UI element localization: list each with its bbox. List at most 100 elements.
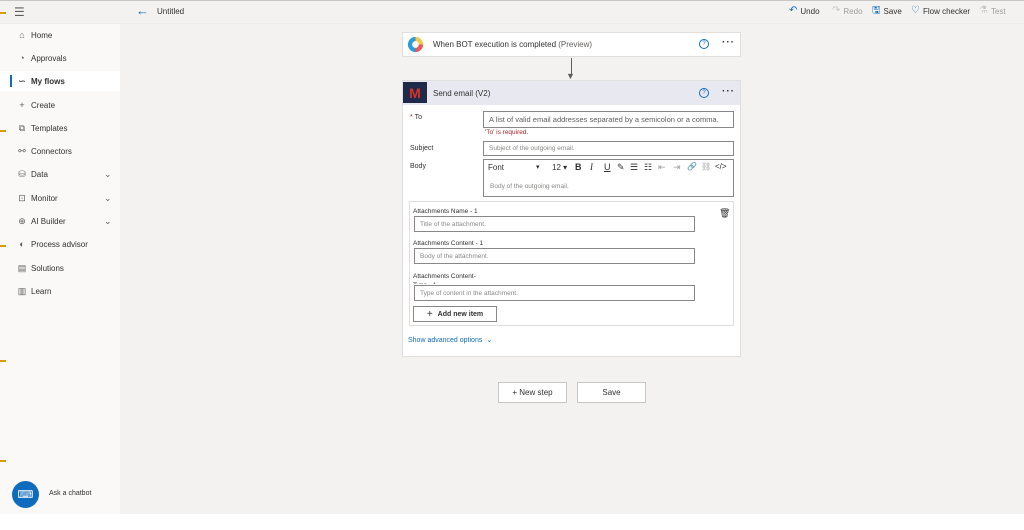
sidebar-item-icon: ▥ [17, 285, 27, 296]
indent-icon[interactable]: ⇥ [673, 162, 681, 173]
add-new-item-button[interactable]: + Add new item [413, 306, 497, 322]
trash-icon[interactable]: 🗑 [719, 208, 730, 219]
flow-title[interactable]: Untitled [157, 7, 184, 16]
top-command-bar [0, 0, 1024, 24]
numbered-list-icon[interactable]: ☷ [644, 162, 652, 173]
to-label-text: To [414, 114, 422, 121]
redo-button[interactable]: ↷ Redo [832, 6, 863, 16]
chevron-down-icon[interactable]: ⌄ [104, 193, 112, 204]
sidebar-item-learn[interactable]: ▥ Learn [0, 281, 120, 301]
action-more-icon[interactable]: ··· [722, 86, 735, 97]
sidebar-item-icon: ⊡ [18, 192, 26, 203]
trigger-help-icon[interactable]: ? [699, 39, 709, 49]
sidebar-item-icon: ⊕ [18, 215, 26, 226]
sidebar-item-label: Monitor [31, 193, 58, 203]
trigger-title-text: When BOT execution is completed [433, 40, 557, 49]
subject-input[interactable]: Subject of the outgoing email. [483, 141, 734, 156]
show-advanced-options-link[interactable]: Show advanced options ⌄ [408, 336, 493, 345]
test-icon: ⚗ [979, 5, 988, 16]
trigger-title[interactable]: When BOT execution is completed (Preview… [433, 40, 592, 49]
sidebar-item-create[interactable]: + Create [0, 95, 120, 115]
sidebar-item-icon: ⌂ [19, 30, 25, 40]
plus-icon: + [426, 308, 433, 320]
sidebar-item-label: Solutions [31, 263, 64, 273]
undo-icon: ↶ [789, 5, 798, 16]
sidebar-item-connectors[interactable]: ⚯ Connectors [0, 141, 120, 161]
sidebar-item-my-flows[interactable]: ∽ My flows [0, 71, 120, 91]
sidebar-item-process-advisor[interactable]: ◐ Process advisor [0, 234, 120, 254]
to-input[interactable]: A list of valid email addresses separate… [483, 111, 734, 128]
sidebar-item-monitor[interactable]: ⊡ Monitor ⌄ [0, 188, 120, 208]
save-button[interactable]: 🖫 Save [872, 6, 902, 16]
edge-marker [0, 360, 6, 362]
add-new-item-label: Add new item [437, 310, 484, 318]
font-size-dropdown[interactable]: 12 ▾ [552, 163, 567, 172]
flow-checker-button[interactable]: ♡ Flow checker [911, 6, 970, 16]
send-email-title[interactable]: Send email (V2) [433, 89, 490, 98]
sidebar-item-label: Templates [31, 123, 68, 133]
undo-label: Undo [800, 6, 820, 16]
link-icon[interactable]: 🔗 [687, 162, 697, 171]
code-view-icon[interactable]: </> [715, 162, 727, 171]
font-family-dropdown[interactable]: Font [488, 163, 504, 172]
bulleted-list-icon[interactable]: ☰ [630, 162, 638, 173]
sidebar-item-approvals[interactable]: ◔ Approvals [0, 48, 120, 68]
bold-icon[interactable]: B [575, 162, 582, 172]
sidebar-item-solutions[interactable]: ▤ Solutions [0, 258, 120, 278]
advanced-options-label: Show advanced options [408, 336, 483, 344]
chevron-down-icon[interactable]: ⌄ [104, 216, 112, 227]
chatbot-button[interactable]: ⌨ [12, 481, 39, 508]
sidebar-item-templates[interactable]: ⧉ Templates [0, 118, 120, 138]
italic-icon[interactable]: I [590, 162, 593, 172]
test-button[interactable]: ⚗ Test [979, 6, 1006, 16]
to-label: * To [410, 114, 422, 121]
rich-text-toolbar: Font ▾ 12 ▾ B I U ✎ ☰ ☷ ⇤ ⇥ 🔗 ⛓ </> [484, 160, 733, 175]
edge-marker [0, 130, 6, 132]
sidebar-item-icon: ⚯ [18, 145, 26, 156]
test-label: Test [990, 6, 1006, 16]
sidebar-item-label: My flows [31, 76, 65, 86]
sidebar-item-icon: ◔ [19, 53, 25, 63]
flow-checker-icon: ♡ [911, 5, 920, 16]
action-help-icon[interactable]: ? [699, 88, 709, 98]
sidebar-item-label: Learn [31, 286, 52, 296]
font-dropdown-chevron-icon[interactable]: ▾ [536, 163, 540, 171]
sidebar-item-icon: + [19, 100, 25, 110]
body-placeholder: Body of the outgoing email. [490, 183, 569, 190]
edge-marker [0, 245, 6, 247]
undo-button[interactable]: ↶ Undo [789, 6, 820, 16]
sidebar-item-icon: ▤ [17, 262, 27, 273]
attachment-content-input[interactable]: Body of the attachment. [414, 248, 695, 264]
sidebar-item-ai-builder[interactable]: ⊕ AI Builder ⌄ [0, 211, 120, 231]
sidebar-item-label: Home [31, 30, 53, 40]
save-icon: 🖫 [872, 5, 881, 16]
font-size-value: 12 [552, 163, 561, 172]
sidebar-item-home[interactable]: ⌂ Home [0, 25, 120, 45]
sidebar-item-icon: ⛁ [18, 168, 26, 179]
hamburger-menu-icon[interactable]: ☰ [14, 5, 28, 19]
chevron-down-icon: ⌄ [486, 337, 493, 344]
outdent-icon[interactable]: ⇤ [658, 162, 666, 173]
unlink-icon[interactable]: ⛓ [701, 162, 711, 171]
attachment-name-input[interactable]: Title of the attachment. [414, 216, 695, 232]
trigger-preview-tag: (Preview) [558, 40, 593, 49]
bot-connector-logo-icon [406, 35, 425, 54]
canvas-save-button[interactable]: Save [577, 382, 646, 403]
save-label: Save [883, 6, 902, 16]
sidebar-item-label: Connectors [31, 146, 72, 156]
edge-marker [0, 12, 6, 14]
underline-icon[interactable]: U [604, 162, 611, 172]
size-dropdown-chevron-icon: ▾ [563, 163, 568, 172]
sidebar-item-label: Create [31, 100, 56, 110]
sidebar-item-data[interactable]: ⛁ Data ⌄ [0, 164, 120, 184]
new-step-button[interactable]: + New step [498, 382, 567, 403]
attachment-content-label: Attachments Content - 1 [413, 240, 484, 247]
sidebar-item-icon: ∽ [18, 75, 26, 86]
attachment-type-input[interactable]: Type of content in the attachment. [414, 285, 695, 301]
highlight-pen-icon[interactable]: ✎ [617, 162, 625, 173]
trigger-more-icon[interactable]: ··· [722, 37, 735, 48]
chevron-down-icon[interactable]: ⌄ [104, 169, 112, 180]
bottom-strip [0, 514, 1024, 530]
back-arrow-icon[interactable]: ← [136, 4, 149, 18]
body-rich-text-editor[interactable]: Font ▾ 12 ▾ B I U ✎ ☰ ☷ ⇤ ⇥ 🔗 ⛓ </> Body… [483, 159, 734, 197]
